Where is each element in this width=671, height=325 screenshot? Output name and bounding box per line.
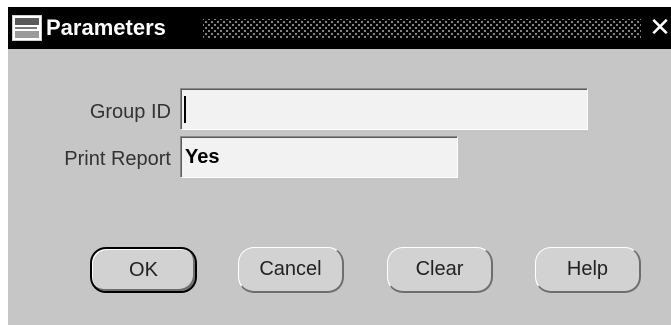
close-icon[interactable]: ✕	[649, 15, 671, 41]
oracle-applications-icon	[12, 15, 42, 41]
cancel-button[interactable]: Cancel	[238, 247, 344, 293]
print-report-field[interactable]	[180, 136, 458, 178]
group-id-label: Group ID	[89, 101, 171, 123]
text-cursor	[184, 96, 186, 123]
clear-button[interactable]: Clear	[387, 247, 493, 293]
title-bar-drag-pattern[interactable]	[203, 19, 641, 39]
help-button[interactable]: Help	[535, 247, 641, 293]
group-id-field[interactable]	[180, 88, 588, 130]
title-bar[interactable]: Parameters ✕	[8, 7, 671, 49]
window-title: Parameters	[46, 15, 166, 40]
ok-button[interactable]: OK	[90, 247, 197, 293]
parameters-dialog: Parameters ✕ Group ID Print Report OK Ca…	[8, 7, 671, 325]
print-report-label: Print Report	[64, 148, 171, 170]
